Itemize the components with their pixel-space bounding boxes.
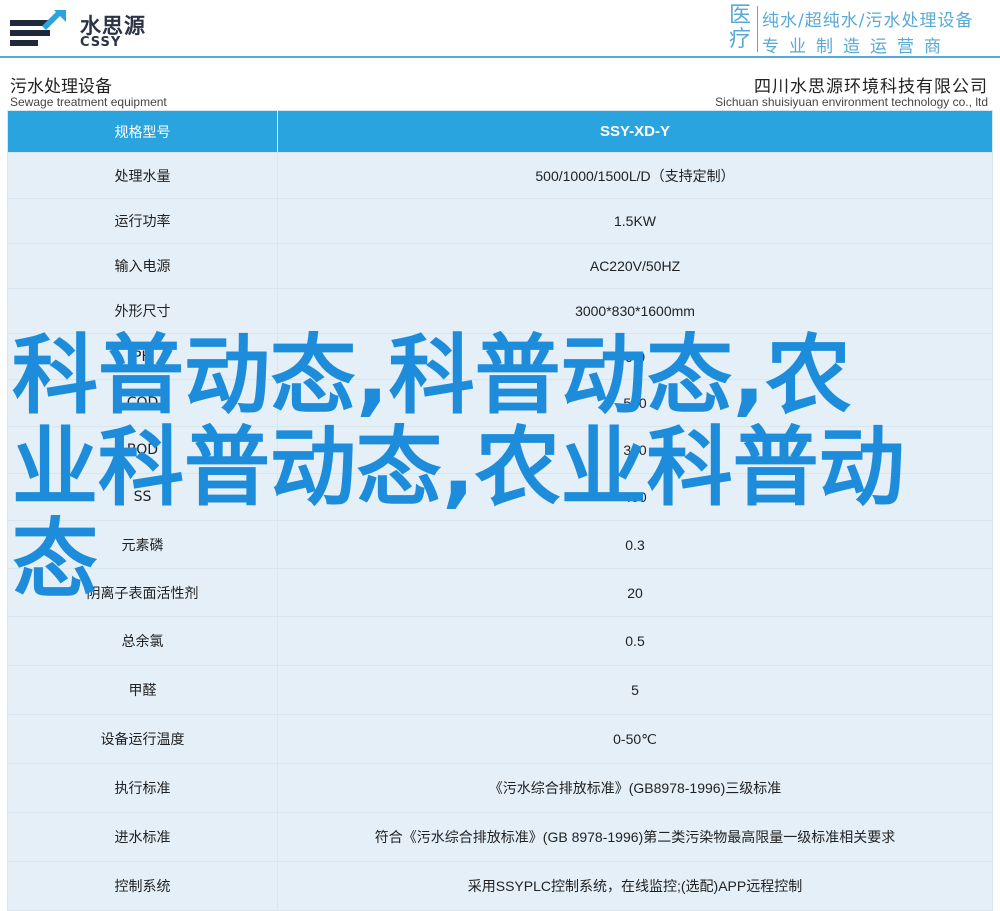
row-value: 0.5	[277, 616, 993, 666]
table-row: BOD 300	[7, 426, 993, 474]
row-label: 总余氯	[7, 616, 278, 666]
row-label: 元素磷	[7, 520, 278, 569]
row-label: 外形尺寸	[7, 288, 278, 334]
table-row: 处理水量 500/1000/1500L/D（支持定制）	[7, 152, 993, 199]
company-name-cn: 四川水思源环境科技有限公司	[754, 77, 988, 97]
table-row: 运行功率 1.5KW	[7, 198, 993, 244]
table-row: 元素磷 0.3	[7, 520, 993, 569]
row-label: 运行功率	[7, 198, 278, 244]
table-row: PH 6-9	[7, 333, 993, 380]
product-title-en: Sewage treatment equipment	[10, 95, 167, 109]
brand-category: 医疗	[728, 3, 751, 52]
row-value: 6-9	[277, 333, 993, 380]
header-divider	[0, 56, 1000, 58]
company-name-en: Sichuan shuisiyuan environment technolog…	[715, 95, 988, 109]
row-value: 300	[277, 426, 993, 474]
product-title-cn: 污水处理设备	[10, 77, 112, 97]
row-value: 20	[277, 568, 993, 617]
brand-tagline-1: 纯水/超纯水/污水处理设备	[762, 11, 974, 31]
table-row: 外形尺寸 3000*830*1600mm	[7, 288, 993, 334]
table-header-row: 规格型号 SSY-XD-Y	[7, 110, 993, 153]
table-row: 执行标准 《污水综合排放标准》(GB8978-1996)三级标准	[7, 763, 993, 813]
brand-divider	[757, 6, 758, 52]
row-label: 执行标准	[7, 763, 278, 813]
row-value: 400	[277, 473, 993, 521]
row-label: 设备运行温度	[7, 714, 278, 764]
table-row: COD 500	[7, 379, 993, 427]
row-label: 进水标准	[7, 812, 278, 862]
table-row: 阴离子表面活性剂 20	[7, 568, 993, 617]
table-row: 总余氯 0.5	[7, 616, 993, 666]
header-value: SSY-XD-Y	[277, 110, 993, 153]
row-value: 3000*830*1600mm	[277, 288, 993, 334]
table-row: SS 400	[7, 473, 993, 521]
top-header: 水思源 CSSY 医疗 纯水/超纯水/污水处理设备 专业制造运营商	[0, 0, 1000, 58]
row-label: 处理水量	[7, 152, 278, 199]
row-value: 0-50℃	[277, 714, 993, 764]
row-label: SS	[7, 473, 278, 521]
row-value: AC220V/50HZ	[277, 243, 993, 289]
row-value: 500	[277, 379, 993, 427]
header-label: 规格型号	[7, 110, 278, 153]
table-row: 进水标准 符合《污水综合排放标准》(GB 8978-1996)第二类污染物最高限量…	[7, 812, 993, 862]
row-value: 《污水综合排放标准》(GB8978-1996)三级标准	[277, 763, 993, 813]
table-row: 控制系统 采用SSYPLC控制系统，在线监控;(选配)APP远程控制	[7, 861, 993, 911]
row-value: 5	[277, 665, 993, 715]
spec-table: 规格型号 SSY-XD-Y 处理水量 500/1000/1500L/D（支持定制）…	[7, 110, 993, 911]
row-value: 符合《污水综合排放标准》(GB 8978-1996)第二类污染物最高限量一级标准…	[277, 812, 993, 862]
brand-tagline-2: 专业制造运营商	[762, 37, 951, 57]
table-row: 设备运行温度 0-50℃	[7, 714, 993, 764]
table-row: 输入电源 AC220V/50HZ	[7, 243, 993, 289]
row-label: 控制系统	[7, 861, 278, 911]
table-row: 甲醛 5	[7, 665, 993, 715]
row-label: 阴离子表面活性剂	[7, 568, 278, 617]
row-value: 采用SSYPLC控制系统，在线监控;(选配)APP远程控制	[277, 861, 993, 911]
row-label: 输入电源	[7, 243, 278, 289]
row-label: BOD	[7, 426, 278, 474]
row-label: 甲醛	[7, 665, 278, 715]
logo-name-en: CSSY	[80, 35, 122, 50]
row-label: PH	[7, 333, 278, 380]
row-value: 0.3	[277, 520, 993, 569]
row-value: 500/1000/1500L/D（支持定制）	[277, 152, 993, 199]
row-label: COD	[7, 379, 278, 427]
logo-icon	[6, 6, 72, 56]
row-value: 1.5KW	[277, 198, 993, 244]
